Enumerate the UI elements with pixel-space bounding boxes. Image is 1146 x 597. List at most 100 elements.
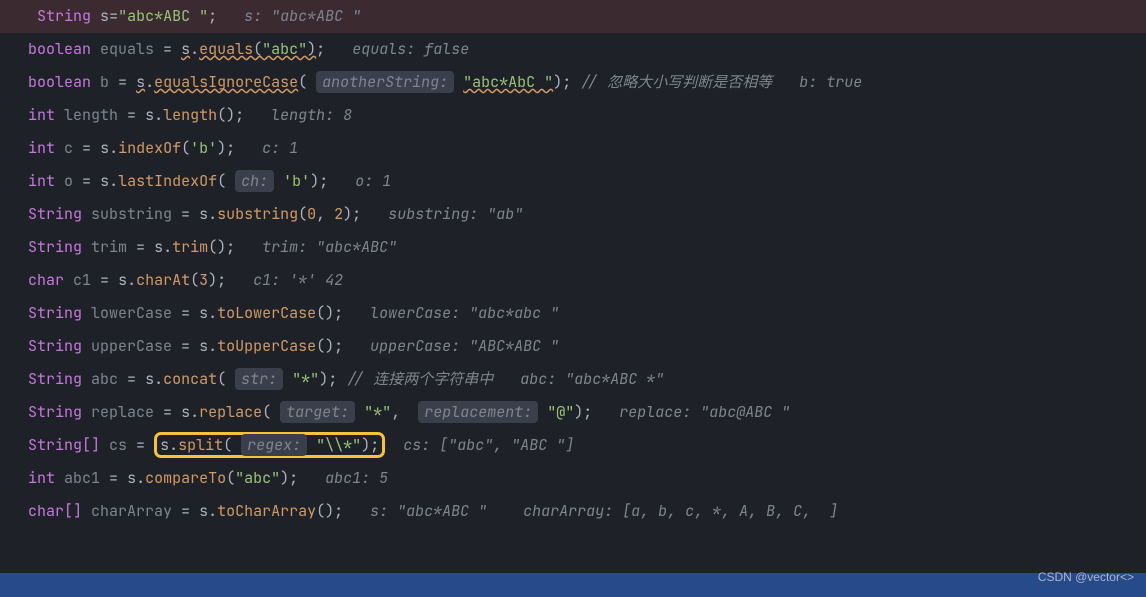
inline-hint: charArray: [a, b, c, *, A, B, C, ]: [523, 501, 838, 521]
code-line[interactable]: String abc = s.concat( str: "*"); // 连接两…: [0, 363, 1146, 396]
variable: b: [100, 72, 109, 92]
inline-hint: upperCase: "ABC*ABC ": [370, 336, 559, 356]
code-line[interactable]: int c = s.indexOf('b'); c: 1: [0, 132, 1146, 165]
keyword: String: [28, 402, 82, 422]
inline-hint: abc: "abc*ABC *": [520, 369, 664, 389]
method-call: substring: [217, 204, 298, 224]
variable: o: [64, 171, 73, 191]
code-line[interactable]: int o = s.lastIndexOf( ch: 'b'); o: 1: [0, 165, 1146, 198]
method-call: indexOf: [118, 138, 181, 158]
variable: charArray: [91, 501, 172, 521]
method-call: split: [178, 435, 223, 455]
string-literal: "*": [292, 369, 319, 389]
variable: length: [64, 105, 118, 125]
object-ref: s: [154, 237, 163, 257]
param-hint: ch:: [235, 170, 274, 192]
code-line[interactable]: char[] charArray = s.toCharArray(); s: "…: [0, 495, 1146, 528]
inline-hint: o: 1: [355, 171, 391, 191]
code-line[interactable]: String s="abc*ABC "; s: "abc*ABC ": [0, 0, 1146, 33]
keyword: char: [28, 270, 64, 290]
keyword: boolean: [28, 39, 91, 59]
inline-hint: s: "abc*ABC ": [370, 501, 487, 521]
code-line[interactable]: char c1 = s.charAt(3); c1: '*' 42: [0, 264, 1146, 297]
keyword: int: [28, 138, 55, 158]
number-literal: 3: [199, 270, 208, 290]
code-line[interactable]: String substring = s.substring(0, 2); su…: [0, 198, 1146, 231]
variable: lowerCase: [91, 303, 172, 323]
method-call: lastIndexOf: [118, 171, 217, 191]
string-literal: "abc*AbC ": [463, 72, 553, 92]
param-hint: anotherString:: [316, 71, 454, 93]
comment-text: 忽略大小写判断是否相等: [607, 72, 772, 92]
variable: substring: [91, 204, 172, 224]
inline-hint: replace: "abc@ABC ": [619, 402, 790, 422]
variable: equals: [100, 39, 154, 59]
string-literal: "*": [364, 402, 391, 422]
comment-slashes: //: [580, 72, 607, 92]
keyword: String: [37, 6, 91, 26]
method-call: equalsIgnoreCase: [154, 72, 298, 92]
string-literal: "abc": [235, 468, 280, 488]
param-hint: target:: [280, 401, 355, 423]
variable: upperCase: [91, 336, 172, 356]
status-bar: [0, 573, 1146, 597]
code-line[interactable]: String lowerCase = s.toLowerCase(); lowe…: [0, 297, 1146, 330]
object-ref: s: [136, 72, 145, 92]
variable: trim: [91, 237, 127, 257]
variable: c1: [73, 270, 91, 290]
variable: s: [100, 6, 109, 26]
keyword: String: [28, 237, 82, 257]
method-call: toCharArray: [217, 501, 316, 521]
keyword: char[]: [28, 501, 82, 521]
watermark: CSDN @vector<>: [1038, 561, 1134, 594]
number-literal: 0: [307, 204, 316, 224]
method-call: length: [163, 105, 217, 125]
method-call: replace: [199, 402, 262, 422]
code-line[interactable]: String[] cs = s.split( regex: "\\*"); cs…: [0, 429, 1146, 462]
code-line[interactable]: int length = s.length(); length: 8: [0, 99, 1146, 132]
inline-hint: length: 8: [271, 105, 352, 125]
object-ref: s: [181, 402, 190, 422]
object-ref: s: [127, 468, 136, 488]
method-call: charAt: [136, 270, 190, 290]
inline-hint: cs: ["abc", "ABC "]: [403, 435, 574, 455]
variable: abc: [91, 369, 118, 389]
code-line[interactable]: String replace = s.replace( target: "*",…: [0, 396, 1146, 429]
keyword: int: [28, 171, 55, 191]
assign-op: =: [109, 6, 118, 26]
keyword: int: [28, 105, 55, 125]
inline-hint: lowerCase: "abc*abc ": [370, 303, 559, 323]
code-line[interactable]: boolean equals = s.equals("abc"); equals…: [0, 33, 1146, 66]
keyword: String: [28, 303, 82, 323]
object-ref: s: [199, 303, 208, 323]
string-literal: "\\*": [316, 435, 361, 455]
comment-text: 连接两个字符串中: [373, 369, 493, 389]
code-line[interactable]: int abc1 = s.compareTo("abc"); abc1: 5: [0, 462, 1146, 495]
code-line[interactable]: String upperCase = s.toUpperCase(); uppe…: [0, 330, 1146, 363]
char-literal: 'b': [283, 171, 310, 191]
variable: c: [64, 138, 73, 158]
keyword: String: [28, 336, 82, 356]
string-literal: "@": [547, 402, 574, 422]
method-call: compareTo: [145, 468, 226, 488]
code-line[interactable]: boolean b = s.equalsIgnoreCase( anotherS…: [0, 66, 1146, 99]
comment-slashes: //: [346, 369, 373, 389]
inline-hint: b: true: [799, 72, 862, 92]
variable: abc1: [64, 468, 100, 488]
method-call: toLowerCase: [217, 303, 316, 323]
keyword: String[]: [28, 435, 100, 455]
object-ref: s: [199, 204, 208, 224]
inline-hint: s: "abc*ABC ": [244, 6, 361, 26]
keyword: int: [28, 468, 55, 488]
string-literal: "abc": [262, 39, 307, 59]
param-hint: replacement:: [418, 401, 538, 423]
object-ref: s: [118, 270, 127, 290]
variable: cs: [109, 435, 127, 455]
keyword: boolean: [28, 72, 91, 92]
code-editor: String s="abc*ABC "; s: "abc*ABC " boole…: [0, 0, 1146, 597]
object-ref: s: [145, 369, 154, 389]
code-line[interactable]: String trim = s.trim(); trim: "abc*ABC": [0, 231, 1146, 264]
inline-hint: equals: false: [352, 39, 469, 59]
object-ref: s: [199, 336, 208, 356]
keyword: String: [28, 204, 82, 224]
